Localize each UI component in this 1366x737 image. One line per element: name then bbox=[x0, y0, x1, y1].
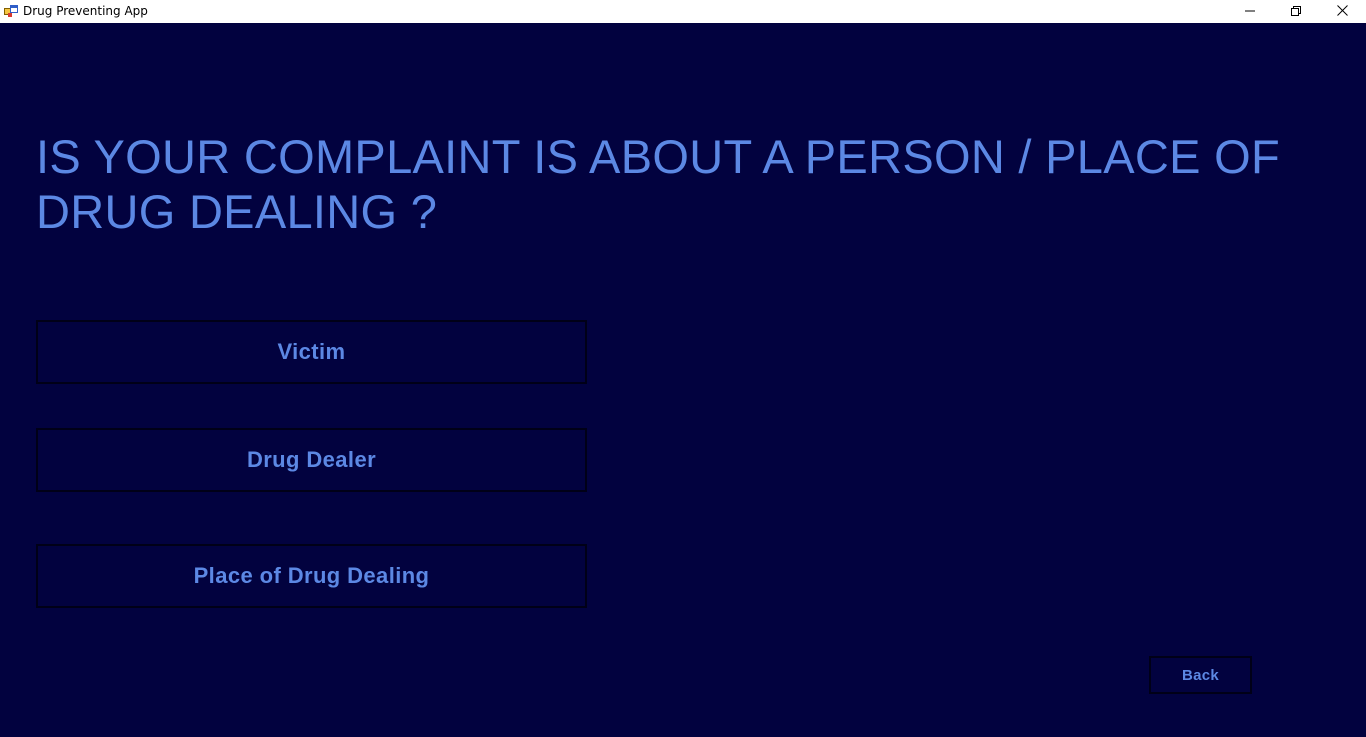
restore-icon bbox=[1291, 3, 1301, 21]
app-window: Drug Preventing App IS YOUR COMPLAINT IS… bbox=[0, 0, 1366, 737]
minimize-button[interactable] bbox=[1227, 0, 1273, 23]
back-button-label: Back bbox=[1181, 666, 1220, 684]
place-of-drug-dealing-button[interactable]: Place of Drug Dealing bbox=[36, 544, 587, 608]
complaint-question: IS YOUR COMPLAINT IS ABOUT A PERSON / PL… bbox=[36, 130, 1280, 238]
place-of-drug-dealing-button-label: Place of Drug Dealing bbox=[193, 563, 430, 588]
victim-button-label: Victim bbox=[277, 339, 346, 364]
back-button[interactable]: Back bbox=[1149, 656, 1252, 694]
close-button[interactable] bbox=[1319, 0, 1365, 23]
drug-dealer-button-label: Drug Dealer bbox=[246, 447, 377, 472]
close-icon bbox=[1336, 3, 1348, 21]
drug-dealer-button[interactable]: Drug Dealer bbox=[36, 428, 587, 492]
windows-form-app-icon bbox=[4, 4, 18, 18]
minimize-icon bbox=[1245, 3, 1255, 21]
victim-button[interactable]: Victim bbox=[36, 320, 587, 384]
restore-button[interactable] bbox=[1273, 0, 1319, 23]
window-title: Drug Preventing App bbox=[23, 4, 148, 18]
title-bar[interactable]: Drug Preventing App bbox=[0, 0, 1366, 23]
complaint-type-panel: IS YOUR COMPLAINT IS ABOUT A PERSON / PL… bbox=[0, 23, 1366, 737]
